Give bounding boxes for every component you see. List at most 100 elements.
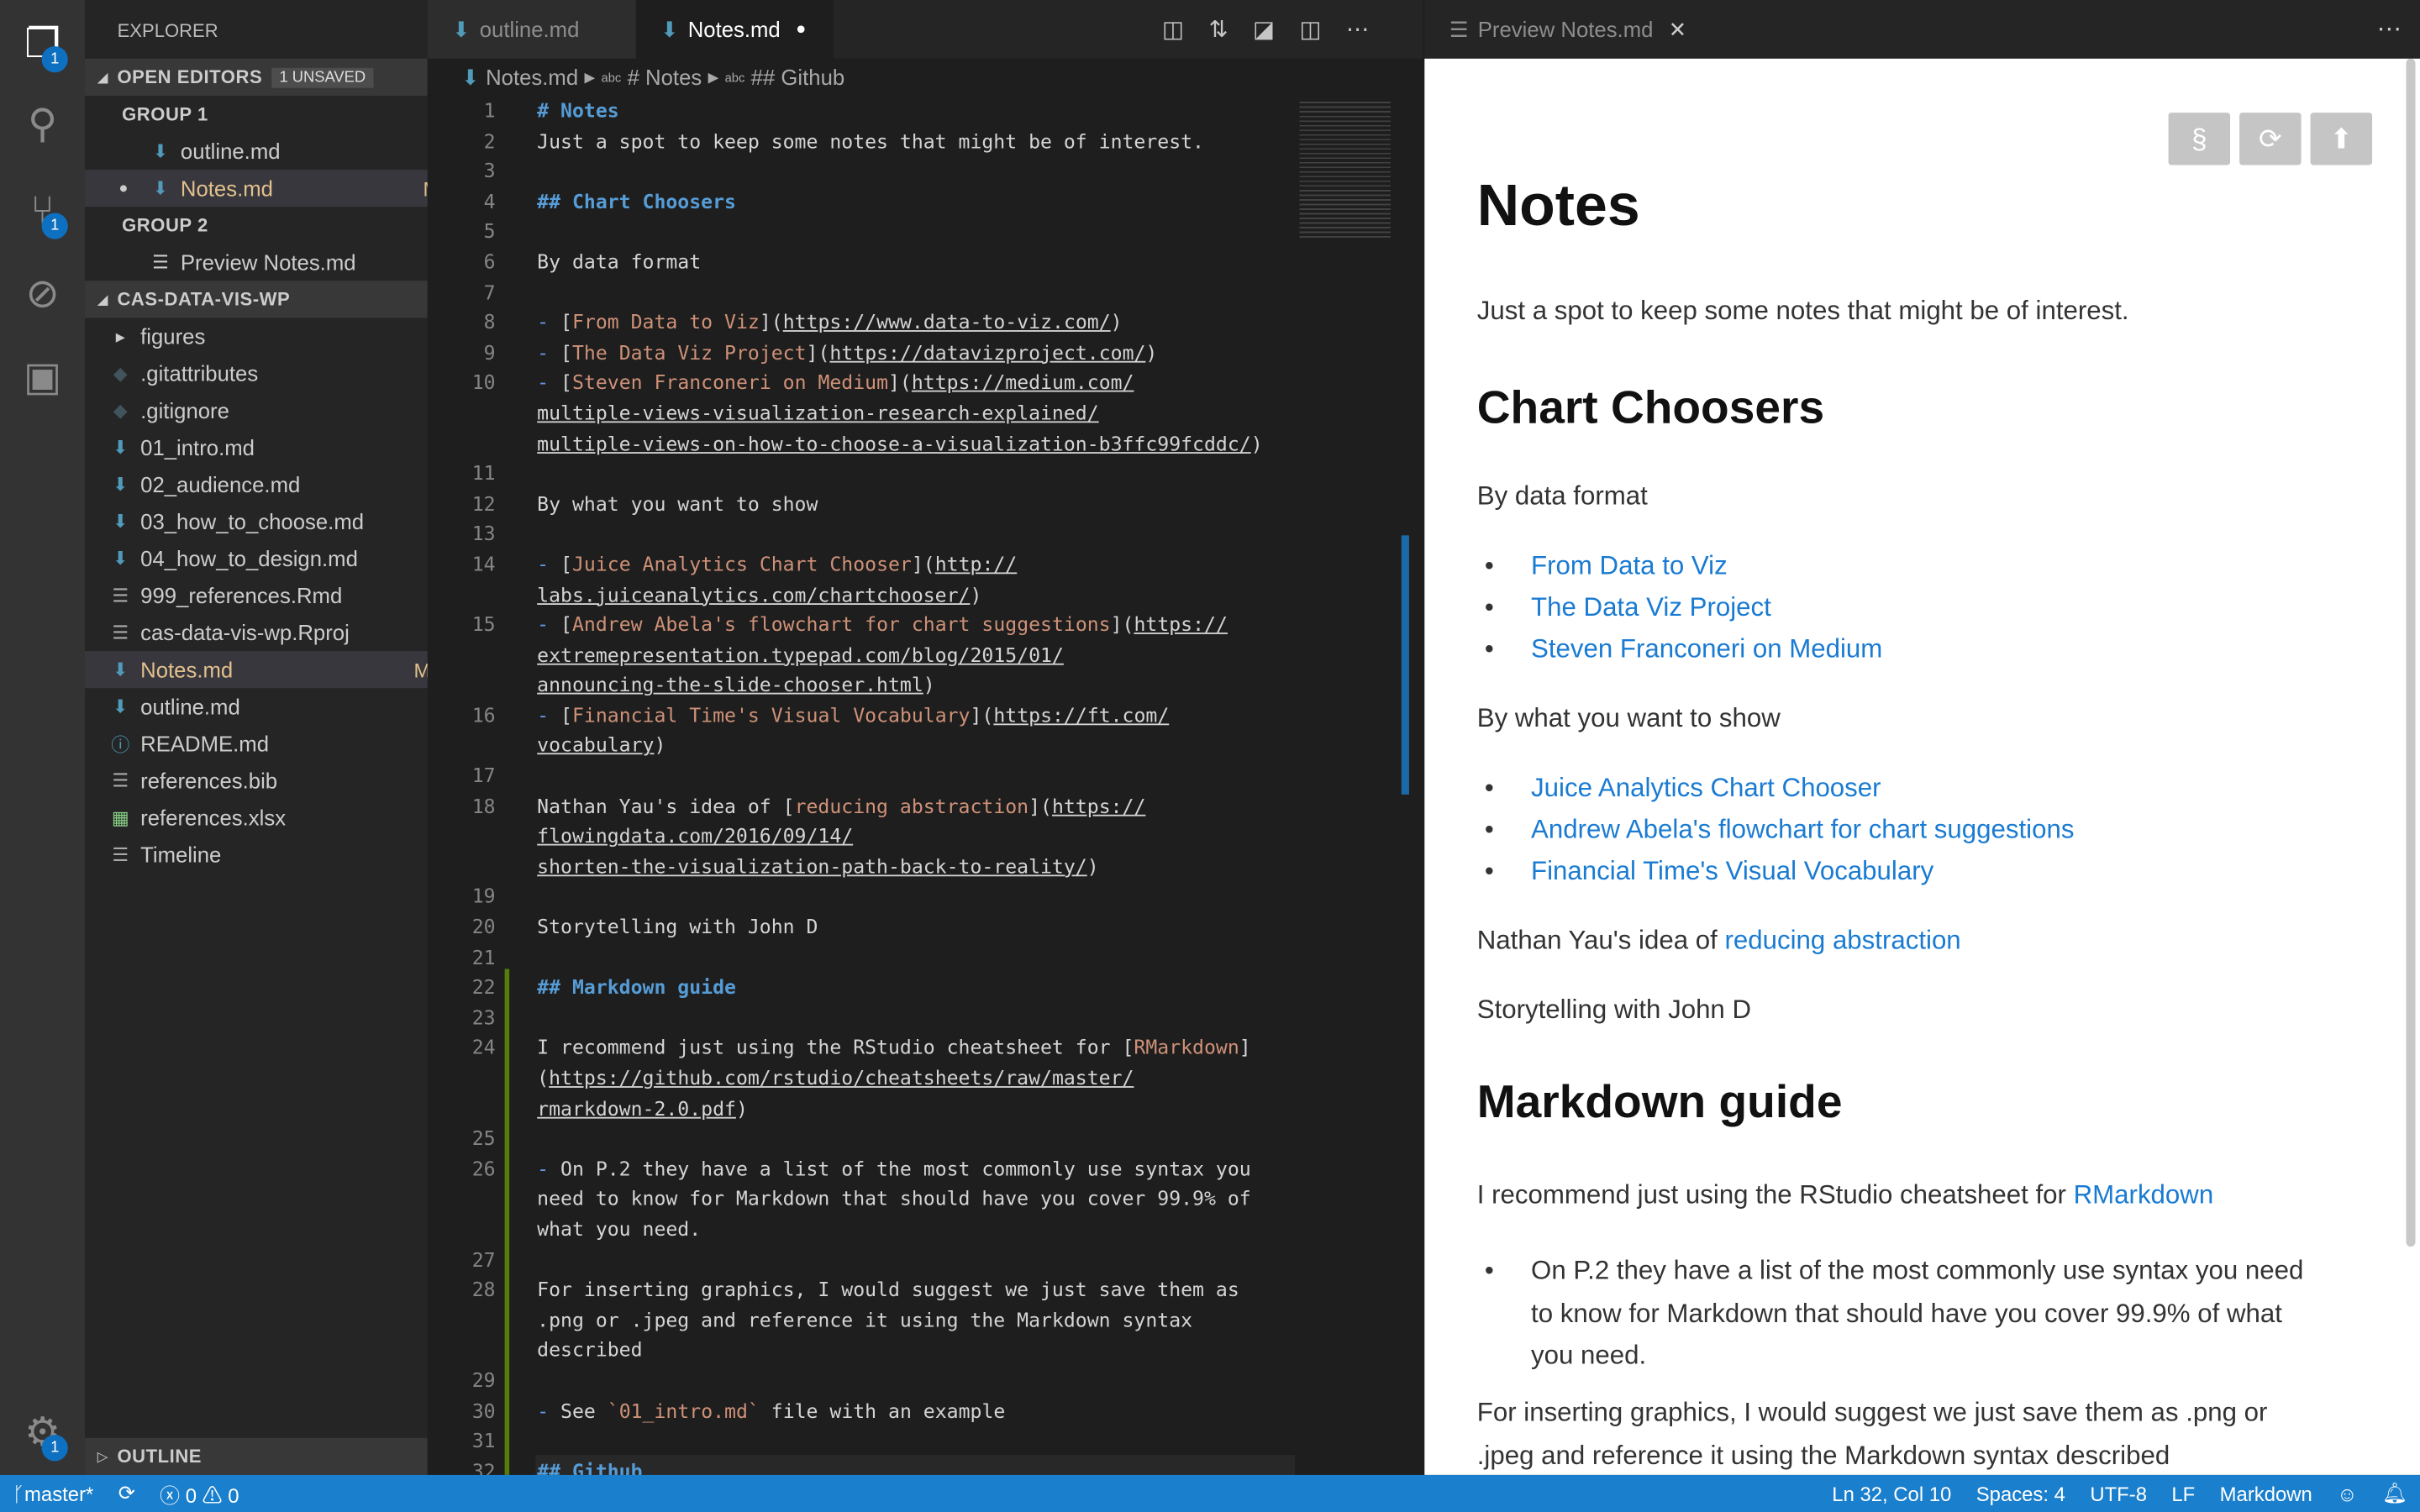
tab-outline-md[interactable]: ⬇ outline.md	[427, 0, 636, 59]
code-line[interactable]: 11	[428, 459, 1292, 489]
debug-icon[interactable]: ⊘	[0, 256, 85, 330]
open-editor-item[interactable]: ⬇ outline.md	[85, 133, 461, 170]
code-line[interactable]: 3	[428, 156, 1292, 186]
preview-link[interactable]: RMarkdown	[2074, 1180, 2214, 1210]
breadcrumb-heading-github[interactable]: ## Github	[751, 65, 845, 89]
code-line[interactable]: 28 For inserting graphics, I would sugges…	[428, 1274, 1292, 1305]
code-line[interactable]: 4 ## Chart Choosers	[428, 186, 1292, 217]
code-line[interactable]: 31	[428, 1425, 1292, 1456]
file-item[interactable]: ⬇ 04_how_to_design.md	[85, 540, 452, 577]
code-line[interactable]: 24 I recommend just using the RStudio che…	[428, 1033, 1292, 1063]
encoding[interactable]: UTF-8	[2090, 1482, 2147, 1505]
line-ending[interactable]: LF	[2171, 1482, 2195, 1505]
code-line[interactable]: (https://github.com/rstudio/cheatsheets/…	[428, 1063, 1292, 1094]
code-line[interactable]: 20 Storytelling with John D	[428, 912, 1292, 942]
code-line[interactable]: what you need.	[428, 1214, 1292, 1244]
indentation[interactable]: Spaces: 4	[1976, 1482, 2065, 1505]
code-line[interactable]: 29	[428, 1365, 1292, 1395]
code-line[interactable]: 2 Just a spot to keep some notes that mig…	[428, 126, 1292, 156]
preview-link[interactable]: The Data Viz Project	[1485, 592, 1771, 623]
tab-notes-md[interactable]: ⬇ Notes.md ●	[635, 0, 834, 59]
preview-link[interactable]: Financial Time's Visual Vocabulary	[1485, 856, 1933, 887]
code-line[interactable]: announcing-the-slide-chooser.html)	[428, 670, 1292, 701]
source-control-icon[interactable]: ⑂ 1	[0, 173, 85, 247]
code-line[interactable]: multiple-views-on-how-to-choose-a-visual…	[428, 428, 1292, 459]
file-item[interactable]: ▦ references.xlsx	[85, 799, 452, 836]
code-line[interactable]: 8 - [From Data to Viz](https://www.data-t…	[428, 307, 1292, 338]
file-item[interactable]: ⬇ 02_audience.md	[85, 466, 452, 503]
code-line[interactable]: 27	[428, 1244, 1292, 1274]
refresh-button[interactable]: ⟳	[2239, 113, 2302, 165]
file-item[interactable]: ⬇ 01_intro.md	[85, 429, 452, 466]
breadcrumb-heading-notes[interactable]: # Notes	[628, 65, 702, 89]
compare-changes-icon[interactable]: ⇅	[1209, 15, 1228, 43]
code-line[interactable]: 7	[428, 277, 1292, 307]
preview-link[interactable]: Steven Franconeri on Medium	[1485, 634, 1882, 665]
code-line[interactable]: multiple-views-visualization-research-ex…	[428, 398, 1292, 428]
open-editor-item[interactable]: ●⬇Notes.mdM	[85, 170, 462, 207]
code-line[interactable]: vocabulary)	[428, 731, 1292, 761]
preview-link[interactable]: Andrew Abela's flowchart for chart sugge…	[1485, 815, 2075, 846]
code-line[interactable]: 9 - [The Data Viz Project](https://datavi…	[428, 338, 1292, 368]
code-line[interactable]: flowingdata.com/2016/09/14/	[428, 822, 1292, 852]
open-preview-icon[interactable]: ◫	[1162, 15, 1184, 43]
code-line[interactable]: 6 By data format	[428, 247, 1292, 277]
branch-indicator[interactable]: ᚴmaster*	[13, 1482, 94, 1505]
split-editor-icon[interactable]: ◫	[1299, 15, 1321, 43]
file-item[interactable]: ◆ .gitignore	[85, 392, 452, 429]
file-item[interactable]: ⓘ README.md	[85, 725, 452, 762]
file-item[interactable]: ☰ 999_references.Rmd	[85, 577, 452, 614]
editor-scrollbar[interactable]	[1401, 535, 1409, 795]
section-button[interactable]: §	[2168, 113, 2231, 165]
file-item[interactable]: ☰ references.bib	[85, 762, 452, 799]
file-item[interactable]: ⬇ Notes.md M	[85, 651, 453, 689]
scroll-top-button[interactable]: ⬆	[2310, 113, 2373, 165]
code-line[interactable]: 18 Nathan Yau's idea of [reducing abstrac…	[428, 791, 1292, 822]
breadcrumb-file[interactable]: Notes.md	[486, 65, 578, 89]
code-line[interactable]: 17	[428, 761, 1292, 791]
preview-side-icon[interactable]: ◪	[1253, 15, 1275, 43]
folder-header[interactable]: ◢ CAS-DATA-VIS-WP	[85, 281, 428, 318]
more-actions-icon[interactable]: ⋯	[2377, 14, 2402, 45]
preview-scrollbar[interactable]	[2406, 58, 2416, 1247]
code-line[interactable]: 22 ## Markdown guide	[428, 973, 1292, 1003]
tab-preview-notes[interactable]: ☰ Preview Notes.md ✕	[1424, 0, 1687, 59]
code-line[interactable]: 19	[428, 882, 1292, 912]
code-line[interactable]: 1 # Notes	[428, 96, 1292, 126]
code-line[interactable]: .png or .jpeg and reference it using the…	[428, 1305, 1292, 1335]
code-line[interactable]: need to know for Markdown that should ha…	[428, 1184, 1292, 1214]
preview-link[interactable]: Juice Analytics Chart Chooser	[1485, 773, 1881, 804]
code-line[interactable]: 16 - [Financial Time's Visual Vocabulary]…	[428, 701, 1292, 731]
outline-header[interactable]: ▷ OUTLINE	[85, 1437, 428, 1475]
code-line[interactable]: 5	[428, 217, 1292, 247]
cursor-position[interactable]: Ln 32, Col 10	[1832, 1482, 1951, 1505]
minimap[interactable]	[1293, 96, 1397, 250]
code-line[interactable]: 12 By what you want to show	[428, 489, 1292, 519]
extensions-icon[interactable]: ▣	[0, 339, 85, 413]
code-line[interactable]: shorten-the-visualization-path-back-to-r…	[428, 852, 1292, 882]
file-item[interactable]: ☰ Timeline	[85, 837, 452, 874]
file-item[interactable]: ⬇ outline.md	[85, 688, 452, 725]
more-actions-icon[interactable]: ⋯	[1346, 15, 1370, 43]
file-item[interactable]: ◆ .gitattributes	[85, 354, 452, 391]
file-item[interactable]: ⬇ 03_how_to_choose.md	[85, 503, 452, 540]
code-line[interactable]: described	[428, 1335, 1292, 1365]
code-editor[interactable]: 1 # Notes 2 Just a spot to keep some notes …	[427, 95, 1423, 1484]
preview-link[interactable]: From Data to Viz	[1485, 551, 1728, 582]
unsaved-dot-icon[interactable]: ●	[796, 20, 806, 39]
notifications-bell-icon[interactable]: 🔔︎	[2382, 1481, 2407, 1505]
code-line[interactable]: labs.juiceanalytics.com/chartchooser/)	[428, 580, 1292, 610]
file-item[interactable]: ☰ cas-data-vis-wp.Rproj	[85, 614, 452, 651]
sync-icon[interactable]: ⟳	[118, 1481, 135, 1505]
code-line[interactable]: 13	[428, 519, 1292, 549]
open-editors-header[interactable]: ◢ OPEN EDITORS 1 UNSAVED	[85, 58, 428, 96]
close-icon[interactable]: ✕	[1669, 16, 1687, 42]
problems-indicator[interactable]: ⓧ 0 ⚠ 0	[160, 1479, 239, 1509]
explorer-icon[interactable]: ❐ 1	[0, 6, 85, 80]
language-mode[interactable]: Markdown	[2220, 1482, 2312, 1505]
search-icon[interactable]: ⚲	[0, 87, 85, 160]
code-line[interactable]: 14 - [Juice Analytics Chart Chooser](http…	[428, 549, 1292, 580]
code-line[interactable]: 30 - See `01_intro.md` file with an examp…	[428, 1395, 1292, 1425]
code-line[interactable]: 15 - [Andrew Abela's flowchart for chart …	[428, 610, 1292, 640]
code-line[interactable]: 25	[428, 1123, 1292, 1153]
